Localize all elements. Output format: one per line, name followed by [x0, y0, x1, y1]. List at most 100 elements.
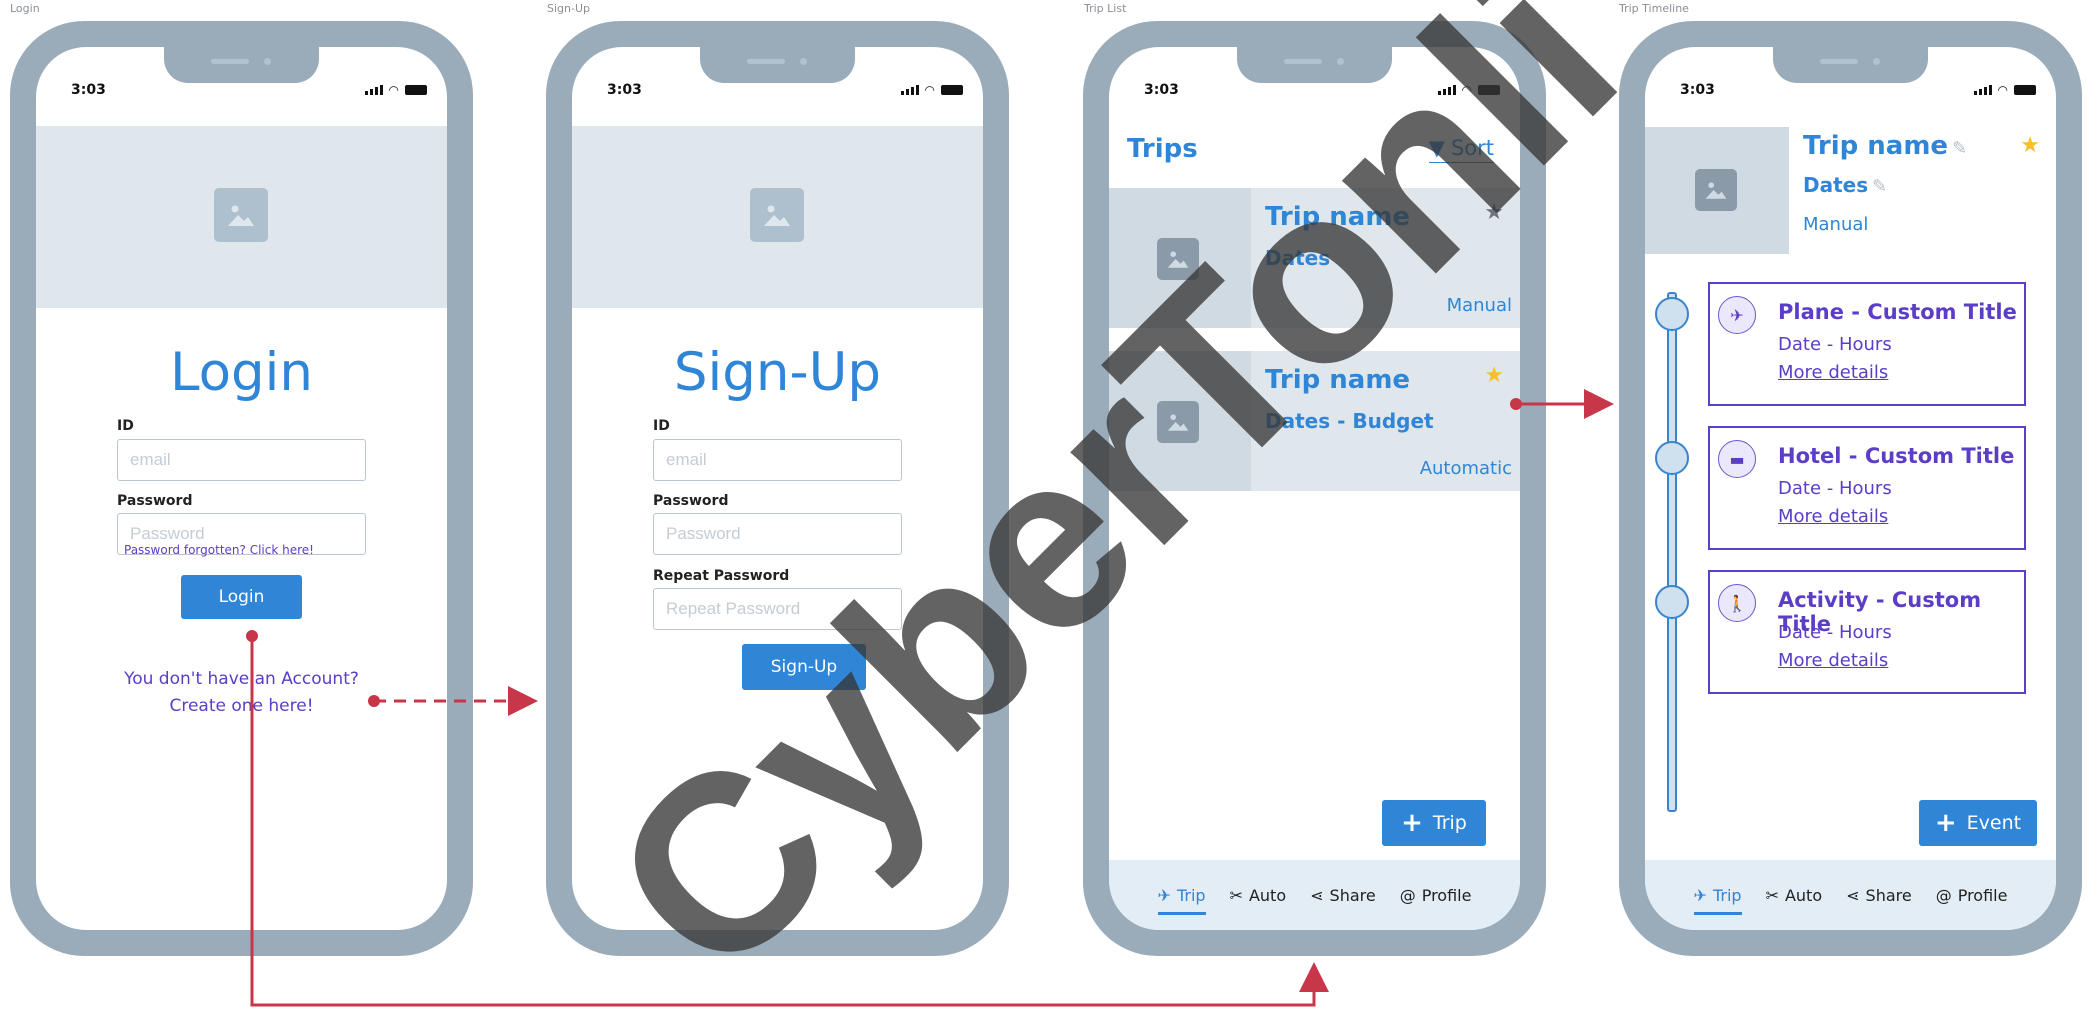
trip-thumbnail — [1645, 127, 1789, 254]
edit-pencil-icon[interactable]: ✎ — [1872, 176, 1887, 197]
login-button[interactable]: Login — [181, 575, 302, 619]
timeline-rail — [1667, 292, 1677, 812]
image-icon — [750, 188, 804, 242]
trip-name: Trip name — [1265, 202, 1411, 232]
phone-login: 3:03 ◠ Login ID Password Password forgot… — [10, 21, 473, 956]
trip-mode: Manual — [1803, 214, 1869, 235]
share-icon: ⋖ — [1846, 886, 1860, 905]
trip-card[interactable]: Trip name Dates - Budget ★ Automatic — [1109, 351, 1520, 491]
repeat-password-label: Repeat Password — [653, 568, 790, 584]
wifi-icon: ◠ — [924, 83, 935, 97]
star-icon[interactable]: ★ — [2020, 133, 2040, 158]
password-label: Password — [653, 493, 729, 509]
sort-button[interactable]: ▼ Sort — [1428, 136, 1494, 163]
signup-screen: 3:03 ◠ Sign-Up ID Password Repeat Passwo… — [572, 47, 983, 930]
tab-label: Auto — [1784, 886, 1823, 905]
wifi-icon: ◠ — [388, 83, 399, 97]
sort-label: Sort — [1450, 136, 1494, 160]
email-field[interactable] — [653, 439, 902, 481]
event-datetime: Date - Hours — [1778, 478, 1892, 499]
more-details-link[interactable]: More details — [1778, 362, 1888, 383]
forgot-password-link[interactable]: Password forgotten? Click here! — [124, 543, 314, 557]
plane-icon: ✈ — [1693, 886, 1707, 905]
image-icon — [1157, 238, 1199, 280]
more-details-link[interactable]: More details — [1778, 506, 1888, 527]
signal-icon — [900, 85, 919, 95]
battery-icon — [1478, 85, 1500, 95]
frame-label-login: Login — [10, 2, 40, 15]
create-account-line-2: Create one here! — [169, 696, 314, 716]
trip-mode: Manual — [1446, 295, 1512, 316]
repeat-password-field[interactable] — [653, 588, 902, 630]
phone-trip-timeline: 3:03 ◠ Trip name ✎ Dates ✎ Manual ★ ✈ Plan… — [1619, 21, 2082, 956]
frame-label-signup: Sign-Up — [547, 2, 590, 15]
tools-icon: ✂ — [1765, 886, 1779, 905]
tab-label: Trip — [1176, 886, 1206, 905]
tab-label: Profile — [1421, 886, 1472, 905]
add-trip-button[interactable]: + Trip — [1382, 800, 1486, 846]
bed-icon: ▬ — [1718, 440, 1756, 478]
star-icon[interactable]: ★ — [1484, 363, 1504, 388]
password-field[interactable] — [653, 513, 902, 555]
hero-image-placeholder — [36, 126, 447, 308]
image-icon — [1157, 401, 1199, 443]
phone-trip-list: 3:03 ◠ Trips ▼ Sort Trip name Dates ★ Ma… — [1083, 21, 1546, 956]
trip-name: Trip name — [1265, 365, 1411, 395]
tab-auto[interactable]: ✂ Auto — [1766, 886, 1823, 905]
tab-trip[interactable]: ✈ Trip — [1693, 886, 1742, 915]
trip-list-screen: 3:03 ◠ Trips ▼ Sort Trip name Dates ★ Ma… — [1109, 47, 1520, 930]
trip-dates: Dates - Budget — [1265, 409, 1434, 433]
walking-person-icon: 🚶 — [1718, 584, 1756, 622]
battery-icon — [405, 85, 427, 95]
phone-notch — [164, 47, 319, 83]
page-title: Sign-Up — [673, 342, 882, 403]
edit-pencil-icon[interactable]: ✎ — [1952, 138, 1967, 159]
bottom-tab-bar: ✈ Trip ✂ Auto ⋖ Share @ Profile — [1109, 860, 1520, 930]
trip-mode: Automatic — [1419, 458, 1512, 479]
timeline-node — [1655, 585, 1689, 619]
filter-icon: ▼ — [1428, 136, 1445, 160]
battery-icon — [941, 85, 963, 95]
trip-dates: Dates — [1265, 246, 1331, 270]
event-datetime: Date - Hours — [1778, 622, 1892, 643]
tab-profile[interactable]: @ Profile — [1400, 886, 1472, 905]
create-account-line-1: You don't have an Account? — [124, 669, 359, 689]
wifi-icon: ◠ — [1997, 83, 2008, 97]
at-icon: @ — [1935, 886, 1952, 905]
tab-share[interactable]: ⋖ Share — [1310, 886, 1376, 905]
timeline-node — [1655, 297, 1689, 331]
trip-thumbnail — [1109, 351, 1251, 491]
frame-label-trip-list: Trip List — [1084, 2, 1127, 15]
add-event-button[interactable]: + Event — [1919, 800, 2037, 846]
tab-auto[interactable]: ✂ Auto — [1230, 886, 1287, 905]
tab-label: Trip — [1712, 886, 1742, 905]
login-screen: 3:03 ◠ Login ID Password Password forgot… — [36, 47, 447, 930]
trip-card[interactable]: Trip name Dates ★ Manual — [1109, 188, 1520, 328]
signup-button[interactable]: Sign-Up — [742, 644, 866, 690]
plane-icon: ✈ — [1718, 296, 1756, 334]
add-trip-label: Trip — [1432, 812, 1467, 834]
status-icons: ◠ — [364, 83, 427, 97]
trip-timeline-screen: 3:03 ◠ Trip name ✎ Dates ✎ Manual ★ ✈ Plan… — [1645, 47, 2056, 930]
event-datetime: Date - Hours — [1778, 334, 1892, 355]
tab-share[interactable]: ⋖ Share — [1846, 886, 1912, 905]
tab-label: Auto — [1248, 886, 1287, 905]
phone-notch — [700, 47, 855, 83]
event-card[interactable]: ▬ Hotel - Custom Title Date - Hours More… — [1708, 426, 2026, 550]
trip-dates-text: Dates — [1803, 173, 1869, 197]
tab-trip[interactable]: ✈ Trip — [1157, 886, 1206, 915]
event-title: Hotel - Custom Title — [1778, 444, 2015, 468]
star-icon[interactable]: ★ — [1484, 200, 1504, 225]
status-icons: ◠ — [900, 83, 963, 97]
email-field[interactable] — [117, 439, 366, 481]
trip-dates[interactable]: Dates ✎ — [1803, 173, 1887, 197]
event-title: Plane - Custom Title — [1778, 300, 2017, 324]
trip-name[interactable]: Trip name ✎ — [1803, 131, 1967, 161]
event-card[interactable]: ✈ Plane - Custom Title Date - Hours More… — [1708, 282, 2026, 406]
tab-profile[interactable]: @ Profile — [1936, 886, 2008, 905]
more-details-link[interactable]: More details — [1778, 650, 1888, 671]
event-card[interactable]: 🚶 Activity - Custom Title Date - Hours M… — [1708, 570, 2026, 694]
status-time: 3:03 — [1680, 82, 1715, 98]
status-time: 3:03 — [1144, 82, 1179, 98]
create-account-link[interactable]: You don't have an Account? Create one he… — [36, 666, 447, 720]
